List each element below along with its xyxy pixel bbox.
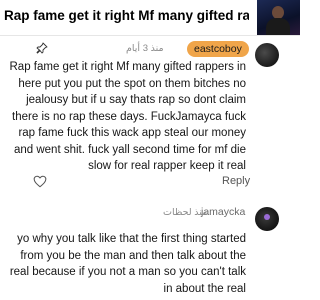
- comment-text: yo why you talk like that the first thin…: [9, 233, 246, 295]
- username[interactable]: jamaycka: [201, 206, 245, 218]
- comment-text: Rap fame get it right Mf many gifted rap…: [9, 61, 247, 172]
- heart-icon[interactable]: [33, 175, 47, 188]
- thumbnail-figure-body: [266, 18, 290, 35]
- comment-item: eastcoboy منذ 3 أيام Rap fame get it rig…: [0, 35, 300, 200]
- post-header: Rap fame get it right Mf many gifted rap…: [0, 0, 300, 36]
- username-badge[interactable]: eastcoboy: [187, 41, 249, 57]
- avatar[interactable]: [255, 207, 279, 231]
- post-thumbnail[interactable]: [257, 0, 300, 35]
- pin-icon[interactable]: [36, 42, 48, 54]
- post-title: Rap fame get it right Mf many gifted rap…: [4, 8, 249, 23]
- avatar[interactable]: [255, 43, 279, 67]
- reply-button[interactable]: Reply: [222, 175, 250, 187]
- comment-timestamp: منذ 3 أيام: [126, 43, 164, 54]
- comment-timestamp: منذ لحظات: [163, 207, 208, 218]
- avatar-accent-dot: [264, 214, 270, 220]
- comment-item: jamaycka منذ لحظات yo why you talk like …: [0, 202, 300, 300]
